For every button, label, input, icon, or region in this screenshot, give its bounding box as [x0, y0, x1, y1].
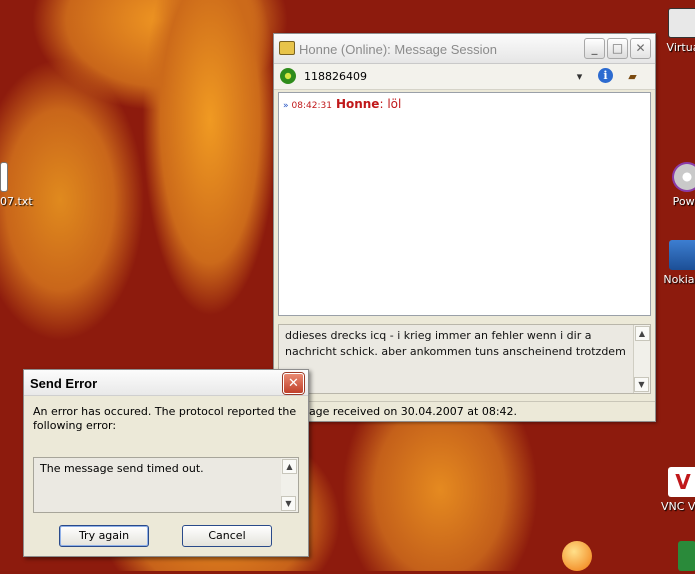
- compose-text: ddieses drecks icq - i krieg immer an fe…: [285, 329, 626, 358]
- history-entry: » 08:42:31 Honne: löl: [283, 97, 401, 111]
- computer-shortcut-icon: [668, 8, 695, 38]
- scroll-up-icon[interactable]: ▲: [282, 459, 297, 474]
- desktop-icon-label: Powe: [672, 195, 695, 208]
- text-file-icon: [0, 162, 8, 192]
- window-titlebar[interactable]: Honne (Online): Message Session _ □ ✕: [274, 34, 655, 64]
- contact-uin: 118826409: [304, 70, 367, 83]
- message-separator: :: [379, 97, 384, 111]
- close-button[interactable]: ✕: [630, 38, 651, 59]
- online-status-flower-icon: [280, 68, 296, 84]
- vnc-shortcut-icon: V: [668, 467, 695, 497]
- minimize-button[interactable]: _: [584, 38, 605, 59]
- history-book-icon[interactable]: ▰: [624, 68, 641, 85]
- chevron-down-icon[interactable]: ▾: [571, 68, 588, 85]
- scroll-down-icon[interactable]: ▼: [281, 496, 296, 511]
- cancel-button[interactable]: Cancel: [182, 525, 272, 547]
- compose-input[interactable]: ddieses drecks icq - i krieg immer an fe…: [278, 324, 651, 394]
- send-error-dialog: Send Error ✕ An error has occured. The p…: [23, 369, 309, 557]
- nokia-shortcut-icon: [669, 240, 695, 270]
- app-shortcut-icon: [678, 541, 695, 571]
- contact-toolbar: 118826409 ▾ i ▰: [274, 64, 655, 90]
- status-text: message received on 30.04.2007 at 08:42.: [280, 405, 518, 418]
- incoming-arrow-icon: »: [283, 101, 289, 111]
- dialog-titlebar[interactable]: Send Error ✕: [24, 370, 308, 396]
- desktop-icon-green[interactable]: [677, 541, 695, 574]
- maximize-button[interactable]: □: [607, 38, 628, 59]
- window-title: Honne (Online): Message Session: [299, 42, 497, 57]
- desktop-icon-balloon[interactable]: [561, 541, 593, 574]
- dialog-close-button[interactable]: ✕: [283, 373, 304, 394]
- info-icon[interactable]: i: [598, 68, 613, 83]
- message-session-window: Honne (Online): Message Session _ □ ✕ 11…: [273, 33, 656, 422]
- desktop-icon-textfile[interactable]: 07.txt: [0, 162, 36, 208]
- desktop-icon-power[interactable]: Powe: [667, 162, 695, 208]
- message-nick: Honne: [335, 97, 380, 111]
- message-time: 08:42:31: [291, 101, 332, 111]
- error-scrollbar[interactable]: ▲ ▼: [281, 458, 298, 512]
- message-text: löl: [387, 97, 402, 111]
- message-history[interactable]: » 08:42:31 Honne: löl: [278, 92, 651, 316]
- desktop-icon-label: Nokia P: [663, 273, 695, 286]
- desktop-icon-vnc[interactable]: V VNC Vie: [661, 467, 695, 513]
- error-detail-box[interactable]: The message send timed out. ▲ ▼: [33, 457, 299, 513]
- compose-scrollbar[interactable]: ▲ ▼: [633, 325, 650, 393]
- scroll-up-icon[interactable]: ▲: [634, 326, 650, 341]
- contact-card-icon: [279, 41, 295, 55]
- error-description: An error has occured. The protocol repor…: [33, 405, 297, 432]
- scroll-down-icon[interactable]: ▼: [634, 377, 649, 392]
- disc-shortcut-icon: [672, 162, 695, 192]
- desktop-icon-label: Virtua: [666, 41, 695, 54]
- try-again-button[interactable]: Try again: [59, 525, 149, 547]
- desktop-icon-label: VNC Vie: [661, 500, 695, 513]
- status-bar: message received on 30.04.2007 at 08:42.: [274, 401, 655, 421]
- dialog-title: Send Error: [30, 376, 98, 391]
- desktop-icon-label: 07.txt: [0, 195, 33, 208]
- desktop-icon-virtual[interactable]: Virtua: [663, 8, 695, 54]
- error-detail-text: The message send timed out.: [40, 462, 204, 475]
- balloon-shortcut-icon: [562, 541, 592, 571]
- desktop-icon-nokia[interactable]: Nokia P: [659, 240, 695, 286]
